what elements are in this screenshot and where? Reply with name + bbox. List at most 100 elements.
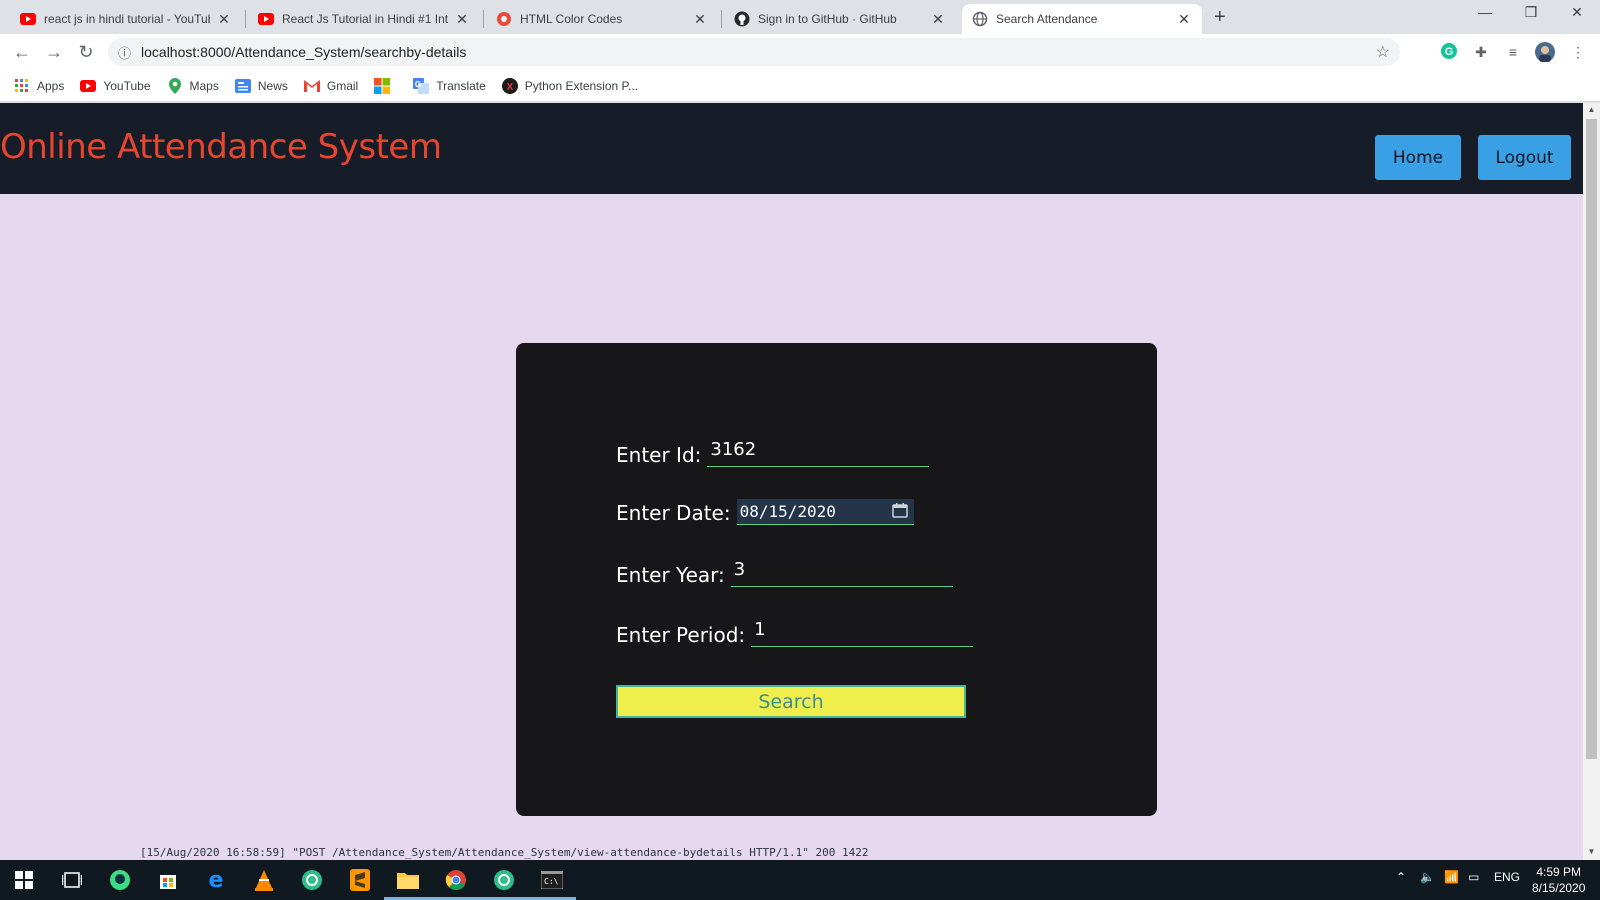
tab-github-signin[interactable]: Sign in to GitHub · GitHub ✕ xyxy=(724,4,956,34)
tab-separator xyxy=(245,10,246,28)
app-orb-icon[interactable] xyxy=(298,866,326,894)
close-icon[interactable]: ✕ xyxy=(1176,11,1192,28)
back-icon[interactable]: ← xyxy=(10,40,34,64)
date-label: Enter Date: xyxy=(616,501,731,525)
browser-toolbar: ← → ↻ ⓘ localhost:8000/Attendance_System… xyxy=(0,34,1600,70)
tab-title: react js in hindi tutorial - YouTube xyxy=(44,12,210,26)
brand-title[interactable]: Online Attendance System xyxy=(0,127,442,167)
youtube-icon xyxy=(20,11,36,27)
maps-pin-icon xyxy=(167,77,183,94)
bookmark-python-extension[interactable]: X Python Extension P... xyxy=(501,77,638,94)
youtube-icon xyxy=(80,78,97,94)
tab-title: Search Attendance xyxy=(996,12,1098,26)
close-icon[interactable]: ✕ xyxy=(216,11,232,28)
vlc-icon[interactable] xyxy=(250,866,278,894)
microsoft-icon xyxy=(374,77,391,94)
microsoft-store-icon[interactable] xyxy=(154,866,182,894)
file-explorer-icon[interactable] xyxy=(394,866,422,894)
scroll-down-icon[interactable]: ▼ xyxy=(1583,847,1600,856)
media-queue-icon[interactable]: ≡ xyxy=(1503,42,1523,62)
restore-icon[interactable]: ❐ xyxy=(1508,4,1554,21)
browser-menu-icon[interactable]: ⋮ xyxy=(1568,42,1588,62)
year-row: Enter Year: 3 xyxy=(616,559,953,587)
svg-text:e: e xyxy=(209,869,224,891)
volume-icon[interactable]: 🔈 xyxy=(1420,870,1435,884)
bookmark-label: News xyxy=(257,78,288,93)
new-tab-icon[interactable]: + xyxy=(1214,6,1226,29)
scroll-up-icon[interactable]: ▲ xyxy=(1583,105,1600,114)
show-hidden-icons-icon[interactable]: ⌃ xyxy=(1396,870,1406,884)
android-studio-icon[interactable] xyxy=(106,866,134,894)
profile-avatar[interactable] xyxy=(1535,42,1555,62)
command-prompt-icon[interactable]: C:\ xyxy=(538,866,566,894)
language-indicator[interactable]: ENG xyxy=(1494,870,1520,884)
search-button[interactable]: Search xyxy=(616,685,966,718)
color-codes-icon xyxy=(496,11,512,27)
terminal-output-text: [15/Aug/2020 16:58:59] "POST /Attendance… xyxy=(140,846,869,859)
period-input[interactable]: 1 xyxy=(751,619,974,647)
year-input[interactable]: 3 xyxy=(730,559,953,587)
svg-text:G: G xyxy=(1445,46,1454,58)
tab-react-intro[interactable]: React Js Tutorial in Hindi #1 Intro ✕ xyxy=(248,4,480,34)
calendar-icon[interactable] xyxy=(891,502,908,522)
window-close-icon[interactable]: ✕ xyxy=(1554,4,1600,21)
bookmark-label: Python Extension P... xyxy=(524,78,638,93)
bookmark-maps[interactable]: Maps xyxy=(167,77,219,94)
logout-button[interactable]: Logout xyxy=(1478,135,1571,180)
id-input[interactable]: 3162 xyxy=(707,439,930,467)
date-input[interactable]: 08/15/2020 xyxy=(736,499,914,525)
bookmark-translate[interactable]: G Translate xyxy=(413,77,486,94)
page-scrollbar[interactable]: ▲ ▼ xyxy=(1583,103,1600,860)
bookmark-label: Translate xyxy=(436,78,486,93)
app-header: Online Attendance System Home Logout xyxy=(0,103,1583,194)
id-label: Enter Id: xyxy=(616,443,702,467)
bookmark-youtube[interactable]: YouTube xyxy=(80,78,151,94)
tab-search-attendance[interactable]: Search Attendance ✕ xyxy=(962,4,1202,34)
id-row: Enter Id: 3162 xyxy=(616,439,930,467)
minimize-icon[interactable]: — xyxy=(1462,4,1508,20)
tab-strip: react js in hindi tutorial - YouTube ✕ R… xyxy=(0,0,1600,34)
home-button[interactable]: Home xyxy=(1375,135,1461,180)
bookmark-star-icon[interactable]: ☆ xyxy=(1376,42,1390,62)
close-icon[interactable]: ✕ xyxy=(692,11,708,28)
edge-browser-icon[interactable]: e xyxy=(202,866,230,894)
clock-date: 8/15/2020 xyxy=(1532,881,1586,895)
grammarly-icon[interactable]: G xyxy=(1439,42,1459,62)
windows-start-icon[interactable] xyxy=(10,866,38,894)
close-icon[interactable]: ✕ xyxy=(454,11,470,28)
bookmark-news[interactable]: News xyxy=(234,78,288,94)
period-row: Enter Period: 1 xyxy=(616,619,974,647)
network-icon[interactable]: 📶 xyxy=(1444,870,1459,884)
date-value: 08/15/2020 xyxy=(739,502,836,521)
chrome-icon[interactable] xyxy=(442,866,470,894)
scrollbar-thumb[interactable] xyxy=(1586,119,1597,759)
app-orb-icon-2[interactable] xyxy=(490,866,518,894)
svg-text:G: G xyxy=(415,80,421,89)
windows-taskbar: [15/Aug/2020 16:58:59] "POST /Attendance… xyxy=(0,846,1600,900)
forward-icon[interactable]: → xyxy=(42,40,66,64)
system-clock[interactable]: 4:59 PM 8/15/2020 xyxy=(1532,864,1585,896)
bookmark-label: Maps xyxy=(189,78,219,93)
sublime-text-icon[interactable] xyxy=(346,866,374,894)
extensions-puzzle-icon[interactable]: ✚ xyxy=(1471,42,1491,62)
bookmark-gmail[interactable]: Gmail xyxy=(303,78,358,94)
python-extension-icon: X xyxy=(501,77,518,94)
year-label: Enter Year: xyxy=(616,563,725,587)
reload-icon[interactable]: ↻ xyxy=(74,40,98,64)
tab-html-color-codes[interactable]: HTML Color Codes ✕ xyxy=(486,4,718,34)
tab-title: React Js Tutorial in Hindi #1 Intro xyxy=(282,12,448,26)
tab-separator xyxy=(483,10,484,28)
site-info-icon[interactable]: ⓘ xyxy=(118,43,131,62)
page-viewport: Online Attendance System Home Logout Ent… xyxy=(0,103,1583,860)
notifications-icon[interactable]: ▭ xyxy=(1468,870,1479,884)
apps-grid-icon xyxy=(14,78,30,94)
task-view-icon[interactable] xyxy=(58,866,86,894)
bookmark-apps[interactable]: Apps xyxy=(14,78,64,94)
bookmark-label: YouTube xyxy=(103,78,151,93)
address-bar[interactable]: ⓘ localhost:8000/Attendance_System/searc… xyxy=(108,38,1400,66)
close-icon[interactable]: ✕ xyxy=(930,11,946,28)
bookmark-microsoft[interactable] xyxy=(374,77,397,94)
period-label: Enter Period: xyxy=(616,623,746,647)
tab-youtube-react[interactable]: react js in hindi tutorial - YouTube ✕ xyxy=(10,4,242,34)
svg-text:C:\: C:\ xyxy=(544,877,559,886)
